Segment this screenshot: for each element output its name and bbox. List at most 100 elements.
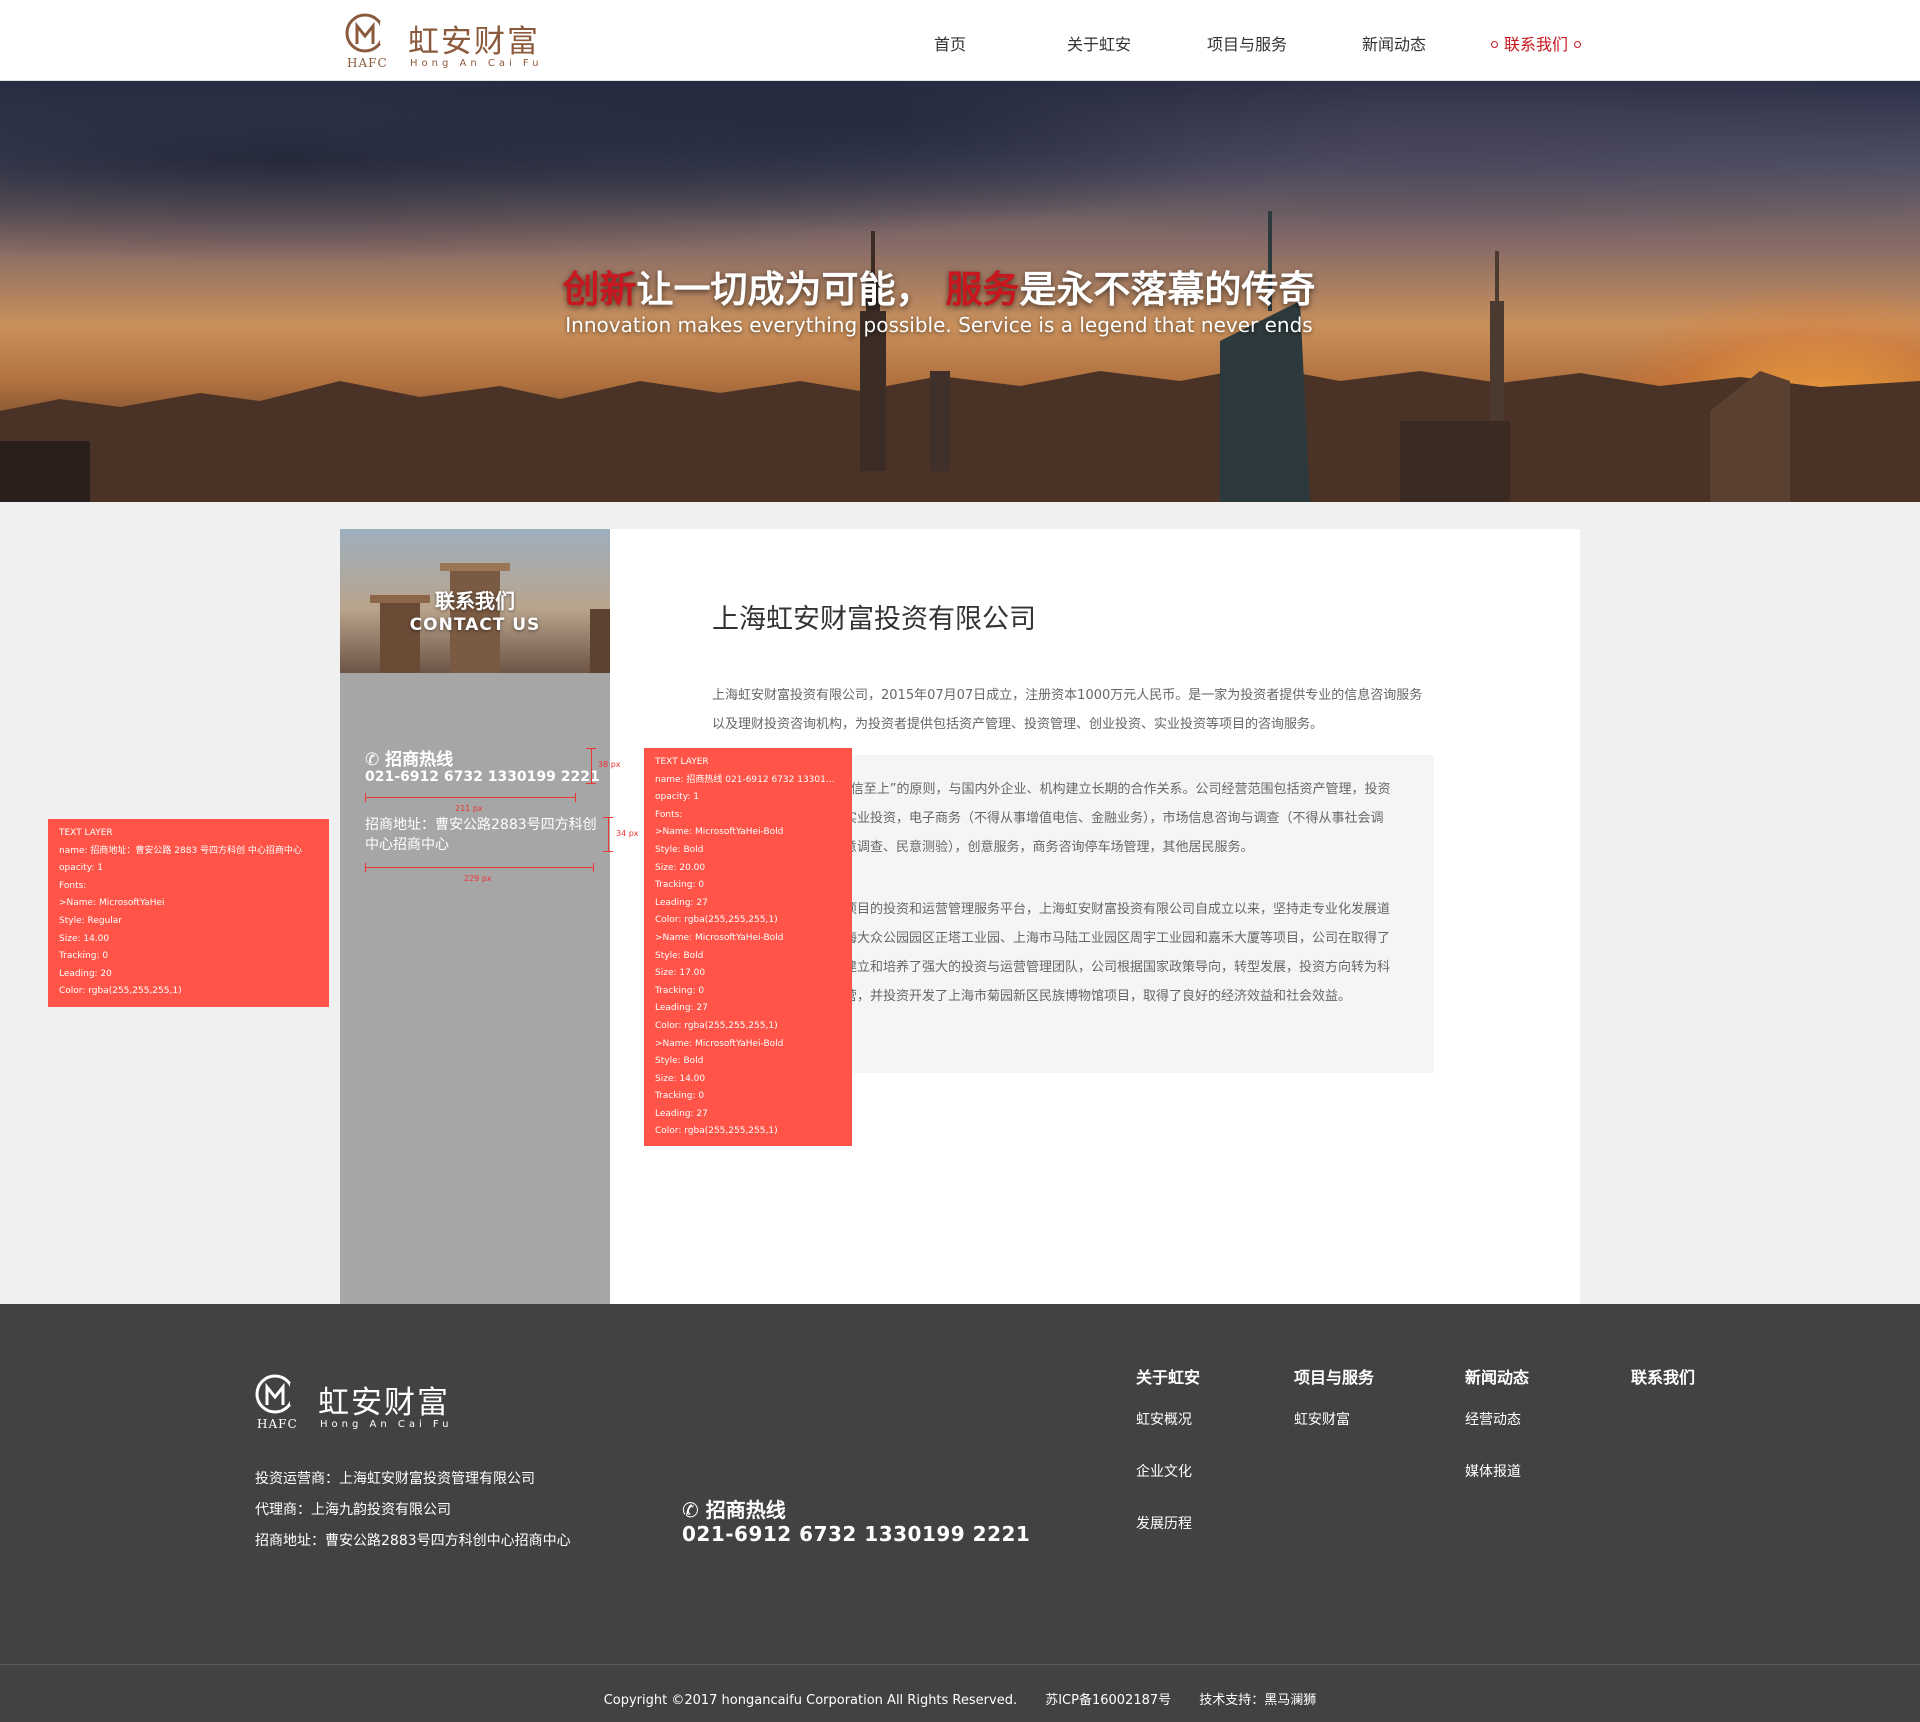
footer-logo-name-cn: 虹安财富 <box>318 1385 450 1421</box>
hafc-logo-icon <box>255 1374 296 1414</box>
sidebar-hotline-text: 招商热线 <box>385 750 454 770</box>
spec-line: opacity: 1 <box>59 863 104 874</box>
logo-abbr: HAFC <box>347 56 388 70</box>
banner-slogan-en: Innovation makes everything possible. Se… <box>565 313 1313 337</box>
spec-line: Tracking: 0 <box>655 880 705 891</box>
sidebar-header: 联系我们 CONTACT US <box>340 529 610 673</box>
footer-col-contact: 联系我们 <box>1631 1364 1695 1410</box>
spec-line: Leading: 27 <box>655 1108 708 1119</box>
footer-col-title[interactable]: 联系我们 <box>1631 1364 1695 1388</box>
contact-sidebar: 联系我们 CONTACT US ✆ 招商热线 021-6912 6732 133… <box>340 529 610 1304</box>
spec-line: Style: Bold <box>655 950 704 961</box>
phone-icon: ✆ <box>365 750 380 770</box>
icp-number[interactable]: 苏ICP备16002187号 <box>1045 1693 1171 1708</box>
measure-label: 34 px <box>616 829 639 838</box>
spec-line: Color: rgba(255,255,255,1) <box>59 986 182 997</box>
footer-logo-name-en: Hong An Cai Fu <box>320 1419 453 1430</box>
spec-line: Leading: 27 <box>655 1003 708 1014</box>
measure-line <box>365 797 576 798</box>
sidebar-title-en: CONTACT US <box>409 615 541 635</box>
spec-line: Fonts: <box>59 880 87 891</box>
measure-line <box>575 793 576 802</box>
spec-line: Size: 17.00 <box>655 968 706 979</box>
footer-company-info: 投资运营商：上海虹安财富投资管理有限公司 代理商：上海九韵投资有限公司 招商地址… <box>255 1464 571 1557</box>
measure-line <box>608 817 609 852</box>
measure-line <box>603 851 613 852</box>
hafc-logo-icon <box>345 13 386 53</box>
site-header: HAFC 虹安财富 Hong An Cai Fu 首页 关于虹安 项目与服务 新… <box>0 0 1920 81</box>
spec-line: >Name: MicrosoftYaHei-Bold <box>655 827 784 838</box>
sidebar-address: 招商地址：曹安公路2883号四方科创中心招商中心 <box>365 817 597 853</box>
spec-line: name: 招商地址：曹安公路 2883 号四方科创 中心招商中心 <box>59 845 302 856</box>
copyright-text: Copyright ©2017 hongancaifu Corporation … <box>603 1693 1018 1708</box>
footer-link[interactable]: 虹安财富 <box>1294 1410 1374 1462</box>
spec-line: Tracking: 0 <box>655 1091 705 1102</box>
measure-line <box>586 783 596 784</box>
footer-link[interactable]: 企业文化 <box>1136 1462 1200 1514</box>
logo-name-cn: 虹安财富 <box>408 24 540 60</box>
spec-line: Style: Regular <box>59 915 123 926</box>
company-title: 上海虹安财富投资有限公司 <box>712 604 1036 635</box>
footer-copyright: Copyright ©2017 hongancaifu Corporation … <box>0 1689 1920 1708</box>
footer-hotline-numbers: 021-6912 6732 1330199 2221 <box>682 1522 1031 1546</box>
footer-divider <box>0 1664 1920 1665</box>
slogan-highlight-service: 服务 <box>945 268 1020 311</box>
spec-line: Tracking: 0 <box>59 951 109 962</box>
nav-news[interactable]: 新闻动态 <box>1362 31 1426 55</box>
spec-annotation-right: TEXT LAYER name: 招商热线 021-6912 6732 1330… <box>644 748 852 1146</box>
spec-line: Color: rgba(255,255,255,1) <box>655 1020 778 1031</box>
footer-logo-abbr: HAFC <box>257 1417 298 1431</box>
spec-line: Tracking: 0 <box>655 985 705 996</box>
footer-link[interactable]: 虹安概况 <box>1136 1410 1200 1462</box>
slogan-text-1: 让一切成为可能， <box>636 268 933 311</box>
company-intro-text: 上海虹安财富投资有限公司，2015年07月07日成立，注册资本1000万元人民币… <box>712 688 1423 732</box>
site-logo[interactable]: HAFC 虹安财富 Hong An Cai Fu <box>344 10 554 72</box>
footer-col-about: 关于虹安 虹安概况 企业文化 发展历程 <box>1136 1364 1200 1566</box>
footer-col-services: 项目与服务 虹安财富 <box>1294 1364 1374 1462</box>
spec-line: Size: 14.00 <box>59 933 110 944</box>
spec-line: >Name: MicrosoftYaHei-Bold <box>655 1038 784 1049</box>
hero-banner: 创新让一切成为可能， 服务是永不落幕的传奇 Innovation makes e… <box>0 81 1920 502</box>
slogan-highlight-innovation: 创新 <box>562 268 637 311</box>
footer-col-title[interactable]: 关于虹安 <box>1136 1364 1200 1388</box>
spec-line: Color: rgba(255,255,255,1) <box>655 1126 778 1137</box>
nav-about[interactable]: 关于虹安 <box>1067 31 1131 55</box>
footer-hotline-text: 招商热线 <box>705 1498 786 1522</box>
spec-line: TEXT LAYER <box>655 757 709 767</box>
spec-line: Color: rgba(255,255,255,1) <box>655 915 778 926</box>
footer-operator: 投资运营商：上海虹安财富投资管理有限公司 <box>255 1471 535 1487</box>
spec-line: Size: 14.00 <box>655 1073 706 1084</box>
footer-col-news: 新闻动态 经营动态 媒体报道 <box>1465 1364 1529 1514</box>
measure-line <box>365 793 366 802</box>
spec-line: Style: Bold <box>655 844 704 855</box>
footer-col-title[interactable]: 新闻动态 <box>1465 1364 1529 1388</box>
nav-home[interactable]: 首页 <box>934 31 966 55</box>
footer-agent: 代理商：上海九韵投资有限公司 <box>255 1502 451 1518</box>
footer-link[interactable]: 媒体报道 <box>1465 1462 1529 1514</box>
sidebar-hotline-numbers: 021-6912 6732 1330199 2221 <box>365 769 600 785</box>
footer-link[interactable]: 发展历程 <box>1136 1514 1200 1566</box>
footer-link[interactable]: 经营动态 <box>1465 1410 1529 1462</box>
logo-name-en: Hong An Cai Fu <box>410 58 543 69</box>
measure-line <box>603 817 613 818</box>
spec-line: Style: Bold <box>655 1056 704 1067</box>
spec-line: >Name: MicrosoftYaHei <box>59 898 165 909</box>
measure-line <box>593 863 594 872</box>
spec-line: Leading: 20 <box>59 968 112 979</box>
phone-icon: ✆ <box>682 1498 699 1522</box>
tech-support: 技术支持：黑马澜狮 <box>1199 1693 1317 1708</box>
spec-line: TEXT LAYER <box>59 828 113 838</box>
footer-hotline-label: ✆ 招商热线 <box>682 1494 786 1523</box>
footer-logo[interactable]: HAFC 虹安财富 Hong An Cai Fu <box>254 1371 464 1433</box>
measure-line <box>365 863 366 872</box>
nav-services[interactable]: 项目与服务 <box>1207 31 1287 55</box>
banner-slogan-cn: 创新让一切成为可能， 服务是永不落幕的传奇 <box>0 259 1878 313</box>
footer-col-title[interactable]: 项目与服务 <box>1294 1364 1374 1388</box>
spec-line: opacity: 1 <box>655 792 700 803</box>
nav-contact[interactable]: 联系我们 <box>1485 31 1587 55</box>
measure-label: 38 px <box>598 760 621 769</box>
slogan-text-2: 是永不落幕的传奇 <box>1019 268 1316 311</box>
sidebar-hotline-label: ✆ 招商热线 <box>365 745 453 770</box>
measure-label: 229 px <box>464 874 492 883</box>
spec-line: Size: 20.00 <box>655 862 706 873</box>
